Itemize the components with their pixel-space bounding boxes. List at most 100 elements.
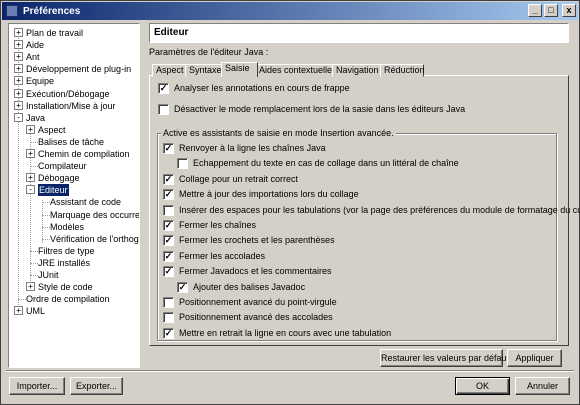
tree-item[interactable]: + Equipe bbox=[9, 75, 139, 87]
disable-overwrite-label[interactable]: Désactiver le mode remplacement lors de … bbox=[174, 103, 465, 115]
tree-item-label: Java bbox=[26, 112, 46, 123]
expand-icon[interactable]: + bbox=[26, 282, 35, 292]
close-javadoc-label[interactable]: Fermer Javadocs et les commentaires bbox=[179, 265, 332, 277]
close-braces-checkbox[interactable]: ✓ bbox=[163, 251, 174, 262]
tree-item[interactable]: Balises de tâche bbox=[9, 136, 139, 148]
tree-item[interactable]: + Chemin de compilation bbox=[9, 148, 139, 160]
cancel-button[interactable]: Annuler bbox=[515, 377, 570, 395]
tree-item[interactable]: Ordre de compilation bbox=[9, 293, 139, 305]
tree-item[interactable]: + Développement de plug-in bbox=[9, 63, 139, 75]
tree-item[interactable]: + Exécution/Débogage bbox=[9, 88, 139, 100]
insert-spaces-checkbox[interactable] bbox=[163, 205, 174, 216]
tab-4[interactable]: Navigation bbox=[332, 64, 381, 77]
tree-item[interactable]: + Ant bbox=[9, 51, 139, 63]
paste-indent-checkbox[interactable]: ✓ bbox=[163, 174, 174, 185]
tree-item[interactable]: + Installation/Mise à jour bbox=[9, 100, 139, 112]
tree-item-label: Ordre de compilation bbox=[26, 294, 110, 305]
tree-item[interactable]: JRE installés bbox=[9, 257, 139, 269]
close-strings-label[interactable]: Fermer les chaînes bbox=[179, 219, 256, 231]
add-javadoc-tags-label[interactable]: Ajouter des balises Javadoc bbox=[193, 281, 305, 293]
separator bbox=[6, 370, 574, 372]
close-brackets-checkbox[interactable]: ✓ bbox=[163, 235, 174, 246]
tree-item[interactable]: Marquage des occurre bbox=[9, 209, 139, 221]
tree-item[interactable]: Modèles bbox=[9, 221, 139, 233]
tree-connector bbox=[30, 166, 38, 168]
update-imports-checkbox[interactable]: ✓ bbox=[163, 189, 174, 200]
expand-icon[interactable]: + bbox=[26, 149, 35, 158]
expand-icon[interactable]: + bbox=[14, 52, 23, 62]
close-button[interactable]: x bbox=[562, 4, 576, 17]
minimize-button[interactable]: _ bbox=[528, 4, 542, 17]
smart-semicolon-label[interactable]: Positionnement avancé du point-virgule bbox=[179, 296, 337, 308]
tree-item[interactable]: Compilateur bbox=[9, 160, 139, 172]
tree-connector bbox=[30, 262, 38, 264]
collapse-icon[interactable]: - bbox=[26, 185, 35, 195]
close-brackets-label[interactable]: Fermer les crochets et les parenthèses bbox=[179, 234, 335, 246]
analyze-annotations-checkbox[interactable]: ✓ bbox=[158, 83, 169, 94]
analyze-annotations-label[interactable]: Analyser les annotations en cours de fra… bbox=[174, 82, 350, 94]
tree-item[interactable]: - Editeur bbox=[9, 183, 139, 198]
tree-item[interactable]: Vérification de l'orthog bbox=[9, 233, 139, 245]
tree-item[interactable]: + Aide bbox=[9, 39, 139, 51]
export-button[interactable]: Exporter... bbox=[70, 377, 123, 395]
tree-item[interactable]: - Java bbox=[9, 112, 139, 124]
tree-connector bbox=[42, 202, 50, 204]
tree-item[interactable]: + Style de code bbox=[9, 281, 139, 293]
tree-item-label: UML bbox=[26, 306, 46, 317]
tab-2[interactable]: Saisie bbox=[221, 62, 258, 77]
expand-icon[interactable]: + bbox=[14, 28, 23, 37]
tree-item[interactable]: + Aspect bbox=[9, 124, 139, 136]
tree-item[interactable]: + Débogage bbox=[9, 172, 139, 184]
tree-item-label: Editeur bbox=[37, 183, 70, 198]
close-javadoc-checkbox[interactable]: ✓ bbox=[163, 266, 174, 277]
expand-icon[interactable]: + bbox=[14, 76, 23, 86]
insert-spaces-label[interactable]: Insérer des espaces pour les tabulations… bbox=[179, 204, 580, 216]
apply-button[interactable]: Appliquer bbox=[507, 349, 562, 367]
wrap-strings-label[interactable]: Renvoyer à la ligne les chaînes Java bbox=[179, 142, 326, 154]
smart-braces-label[interactable]: Positionnement avancé des accolades bbox=[179, 311, 333, 323]
close-strings-checkbox[interactable]: ✓ bbox=[163, 220, 174, 231]
ok-button[interactable]: OK bbox=[455, 377, 510, 395]
tree-item[interactable]: Assistant de code bbox=[9, 196, 139, 208]
params-label: Paramètres de l'éditeur Java : bbox=[149, 47, 269, 57]
add-javadoc-tags-checkbox[interactable]: ✓ bbox=[177, 282, 188, 293]
tab-indent-label[interactable]: Mettre en retrait la ligne en cours avec… bbox=[179, 327, 391, 339]
restore-defaults-button[interactable]: Restaurer les valeurs par défaut bbox=[380, 349, 509, 367]
paste-indent-label[interactable]: Collage pour un retrait correct bbox=[179, 173, 298, 185]
escape-text-checkbox[interactable] bbox=[177, 158, 188, 169]
wrap-strings-checkbox[interactable]: ✓ bbox=[163, 143, 174, 154]
collapse-icon[interactable]: - bbox=[14, 112, 23, 122]
tab-3[interactable]: Aides contextuelles bbox=[255, 64, 337, 77]
window-title: Préférences bbox=[23, 5, 81, 17]
tree-item[interactable]: + UML bbox=[9, 305, 139, 317]
expand-icon[interactable]: + bbox=[14, 100, 23, 110]
expand-icon[interactable]: + bbox=[26, 173, 35, 183]
tab-1[interactable]: Syntaxe bbox=[185, 64, 224, 77]
disable-overwrite-checkbox[interactable] bbox=[158, 104, 169, 115]
update-imports-label[interactable]: Mettre à jour des importations lors du c… bbox=[179, 188, 359, 200]
tree-item[interactable]: Filtres de type bbox=[9, 245, 139, 257]
import-button[interactable]: Importer... bbox=[9, 377, 65, 395]
title-bar[interactable]: Préférences _ □ x bbox=[2, 2, 578, 20]
maximize-button[interactable]: □ bbox=[544, 4, 558, 17]
tree-item[interactable]: JUnit bbox=[9, 269, 139, 281]
tree-item[interactable]: + Plan de travail bbox=[9, 27, 139, 39]
expand-icon[interactable]: + bbox=[26, 124, 35, 134]
escape-text-label[interactable]: Echappement du texte en cas de collage d… bbox=[193, 157, 459, 169]
tree-item-label: Balises de tâche bbox=[38, 136, 105, 147]
tab-indent-checkbox[interactable]: ✓ bbox=[163, 328, 174, 339]
smart-braces-checkbox[interactable] bbox=[163, 312, 174, 323]
preferences-tree[interactable]: + Plan de travail + Aide + Ant + Développement … bbox=[8, 23, 140, 368]
tree-item-label: Exécution/Débogage bbox=[26, 88, 110, 99]
expand-icon[interactable]: + bbox=[14, 40, 23, 50]
expand-icon[interactable]: + bbox=[14, 64, 23, 74]
expand-icon[interactable]: + bbox=[14, 88, 23, 98]
close-braces-label[interactable]: Fermer les accolades bbox=[179, 250, 265, 262]
tab-0[interactable]: Aspect bbox=[152, 64, 186, 77]
tab-5[interactable]: Réduction bbox=[380, 64, 425, 77]
expand-icon[interactable]: + bbox=[14, 306, 23, 316]
page-title: Editeur bbox=[154, 27, 189, 38]
tree-item-label: Ant bbox=[26, 52, 40, 63]
smart-semicolon-checkbox[interactable] bbox=[163, 297, 174, 308]
tree-item-label: Débogage bbox=[38, 173, 80, 184]
